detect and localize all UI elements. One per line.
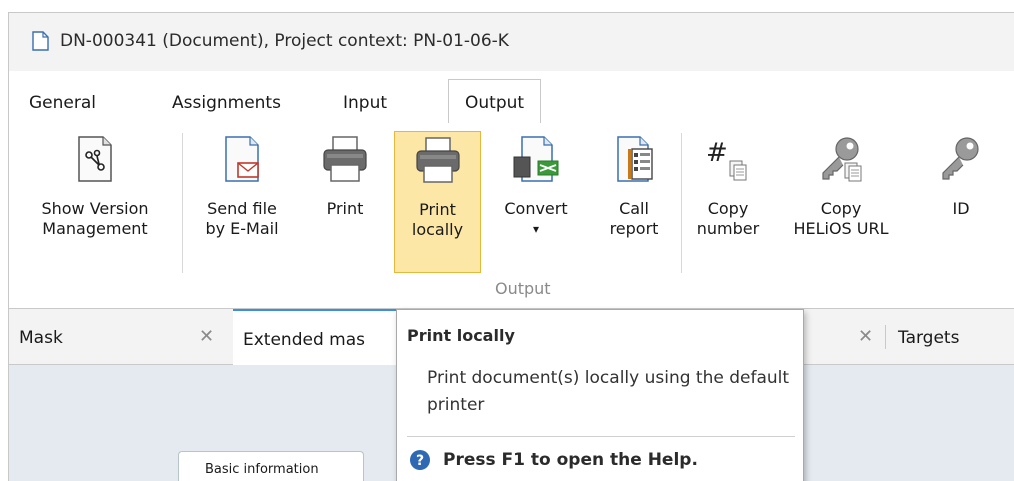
tab-basic-information[interactable]: Basic information <box>178 451 364 481</box>
application-window: DN-000341 (Document), Project context: P… <box>8 12 1014 481</box>
tooltip-description: Print document(s) locally using the defa… <box>427 368 790 415</box>
tab-divider <box>885 325 886 349</box>
ribbon-separator <box>182 133 183 273</box>
tab-assignments[interactable]: Assignments <box>172 93 281 113</box>
tab-input[interactable]: Input <box>343 93 387 113</box>
send-file-label-1: Send file <box>207 199 277 218</box>
call-report-label-2: report <box>609 219 659 238</box>
ribbon-tabs: General Assignments Input Output <box>9 79 1014 123</box>
show-version-label-1: Show Version <box>41 199 149 218</box>
copy-number-label-2: number <box>696 219 760 238</box>
tooltip-title: Print locally <box>407 326 515 345</box>
tooltip-help-text: Press F1 to open the Help. <box>443 450 698 470</box>
convert-dropdown-button[interactable]: Convert ▾ <box>489 131 583 273</box>
print-label: Print <box>326 199 364 218</box>
window-title: DN-000341 (Document), Project context: P… <box>60 31 509 51</box>
id-label: ID <box>952 199 970 218</box>
tab-targets[interactable]: Targets <box>898 328 959 348</box>
send-file-label-2: by E-Mail <box>205 219 279 238</box>
copy-helios-url-button[interactable]: Copy HELiOS URL <box>777 131 905 273</box>
tab-general[interactable]: General <box>29 93 96 113</box>
send-file-by-email-button[interactable]: Send file by E-Mail <box>187 131 297 273</box>
print-locally-tooltip: Print locally Print document(s) locally … <box>396 309 804 481</box>
call-report-label-1: Call <box>619 199 649 218</box>
copy-number-button[interactable]: # Copy number <box>685 131 771 273</box>
copy-helios-label-2: HELiOS URL <box>793 219 889 238</box>
hash-copy-icon: # <box>706 138 747 181</box>
print-button[interactable]: Print <box>305 131 385 273</box>
close-icon[interactable]: ✕ <box>858 326 873 347</box>
copy-helios-label-1: Copy <box>820 199 862 218</box>
title-bar: DN-000341 (Document), Project context: P… <box>9 13 1014 71</box>
tooltip-divider <box>407 436 795 437</box>
tab-output[interactable]: Output <box>448 79 542 123</box>
convert-icon <box>513 136 559 182</box>
copy-number-label-1: Copy <box>707 199 749 218</box>
version-tree-icon <box>78 136 112 182</box>
print-locally-button[interactable]: Print locally <box>394 131 481 273</box>
show-version-label-2: Management <box>42 219 148 238</box>
ribbon-separator <box>681 133 682 273</box>
call-report-button[interactable]: Call report <box>592 131 676 273</box>
tab-mask[interactable]: Mask <box>19 328 63 348</box>
report-icon <box>617 136 653 182</box>
ribbon-group-label: Output <box>495 279 551 298</box>
tab-extended-mask-label: Extended mas <box>243 330 365 350</box>
print-locally-label-1: Print <box>419 200 456 219</box>
id-button[interactable]: ID <box>921 131 1001 273</box>
document-icon <box>32 31 49 51</box>
printer-icon <box>323 136 367 182</box>
key-icon <box>942 137 979 180</box>
key-copy-icon <box>822 137 862 182</box>
printer-icon <box>415 137 460 183</box>
print-locally-label-2: locally <box>411 220 464 239</box>
email-file-icon <box>225 136 259 182</box>
help-icon: ? <box>410 450 430 470</box>
svg-text:?: ? <box>416 453 424 469</box>
chevron-down-icon: ▾ <box>532 222 540 236</box>
tab-extended-mask[interactable]: Extended mas <box>233 309 403 365</box>
show-version-management-button[interactable]: Show Version Management <box>11 131 179 273</box>
convert-label: Convert <box>504 199 568 218</box>
svg-text:#: # <box>706 138 728 168</box>
close-icon[interactable]: ✕ <box>199 326 214 347</box>
ribbon-toolbar: Show Version Management Send file by E-Mai… <box>9 123 1014 309</box>
